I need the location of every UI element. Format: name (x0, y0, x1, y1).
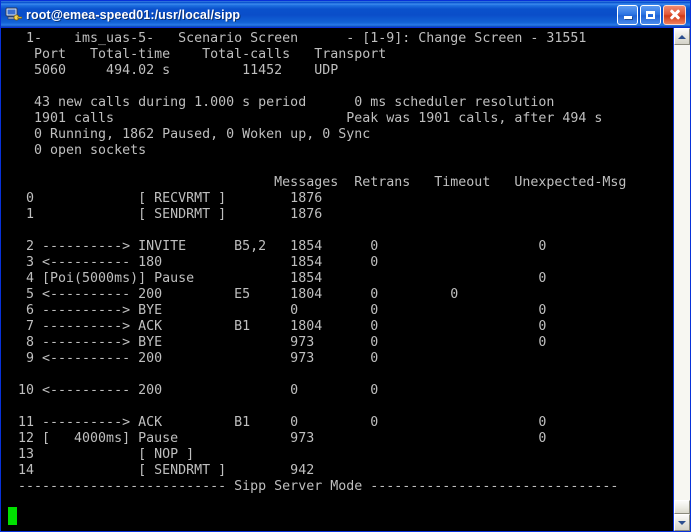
scrollbar-thumb[interactable] (674, 500, 690, 514)
terminal-line: 1901 calls Peak was 1901 calls, after 49… (18, 111, 603, 126)
scroll-down-button[interactable] (674, 514, 690, 531)
terminal-line: 1 [ SENDRMT ] 1876 (18, 207, 323, 222)
maximize-button[interactable] (640, 4, 661, 25)
terminal-line: 13 [ NOP ] (18, 447, 195, 462)
terminal-line: 0 open sockets (18, 143, 147, 158)
scroll-up-button[interactable] (674, 28, 690, 45)
terminal-line: 43 new calls during 1.000 s period 0 ms … (18, 95, 555, 110)
terminal-line: 0 [ RECVRMT ] 1876 (18, 191, 323, 206)
terminal-line: 6 ----------> BYE 0 0 0 (18, 303, 547, 318)
terminal-line: Port Total-time Total-calls Transport (18, 47, 387, 62)
terminal-line: 4 [Poi(5000ms)] Pause 1854 0 (18, 271, 547, 286)
terminal-output[interactable]: 1- ims_uas-5- Scenario Screen - [1-9]: C… (1, 28, 673, 531)
scroll-up-arrow-icon (678, 34, 686, 39)
terminal-line: 3 <---------- 180 1854 0 (18, 255, 379, 270)
terminal-line: 5060 494.02 s 11452 UDP (18, 63, 339, 78)
minimize-button[interactable] (617, 4, 638, 25)
window-titlebar[interactable]: root@emea-speed01:/usr/local/sipp (1, 1, 690, 27)
terminal-line: 7 ----------> ACK B1 1804 0 0 (18, 319, 547, 334)
minimize-icon (623, 16, 632, 19)
terminal-line: 2 ----------> INVITE B5,2 1854 0 0 (18, 239, 547, 254)
close-icon (669, 9, 680, 20)
terminal-line: 8 ----------> BYE 973 0 0 (18, 335, 547, 350)
window-controls (617, 4, 688, 25)
maximize-icon (646, 10, 655, 19)
terminal-line: 14 [ SENDRMT ] 942 (18, 463, 315, 478)
terminal-line: 9 <---------- 200 973 0 (18, 351, 379, 366)
putty-terminal-window: root@emea-speed01:/usr/local/sipp 1- ims… (0, 0, 691, 532)
scroll-down-arrow-icon (678, 520, 686, 525)
terminal-line: 1- ims_uas-5- Scenario Screen - [1-9]: C… (18, 31, 587, 46)
terminal-line: 12 [ 4000ms] Pause 973 0 (18, 431, 547, 446)
terminal-line: -------------------------- Sipp Server M… (18, 479, 619, 494)
terminal-line: 11 ----------> ACK B1 0 0 0 (18, 415, 547, 430)
vertical-scrollbar[interactable] (673, 28, 690, 531)
window-body: 1- ims_uas-5- Scenario Screen - [1-9]: C… (1, 27, 690, 531)
terminal-line: 5 <---------- 200 E5 1804 0 0 (18, 287, 459, 302)
close-button[interactable] (663, 4, 686, 25)
scrollbar-track[interactable] (674, 45, 690, 514)
terminal-line: 0 Running, 1862 Paused, 0 Woken up, 0 Sy… (18, 127, 371, 142)
window-title: root@emea-speed01:/usr/local/sipp (26, 7, 241, 22)
terminal-cursor (8, 507, 17, 525)
terminal-line: 10 <---------- 200 0 0 (18, 383, 379, 398)
putty-terminal-icon (5, 6, 23, 23)
terminal-line: Messages Retrans Timeout Unexpected-Msg (18, 175, 627, 190)
